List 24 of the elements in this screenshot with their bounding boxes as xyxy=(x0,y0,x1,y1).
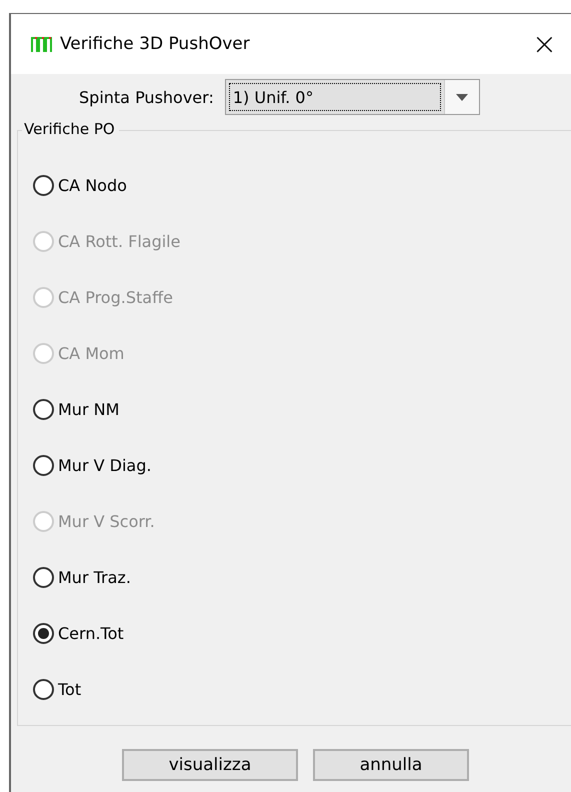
annulla-button[interactable]: annulla xyxy=(313,749,469,781)
radio-button[interactable] xyxy=(33,398,54,420)
option-label: Mur Traz. xyxy=(58,568,131,586)
close-button[interactable]: × xyxy=(526,26,563,62)
app-icon xyxy=(30,35,52,53)
caret-icon xyxy=(456,94,468,100)
window-title: Verifiche 3D PushOver xyxy=(60,34,250,54)
option-label: Tot xyxy=(58,680,82,698)
option-label: Mur NM xyxy=(58,400,120,418)
spinta-label: Spinta Pushover: xyxy=(79,88,214,106)
radio-button[interactable] xyxy=(33,622,54,644)
option-label: Mur V Diag. xyxy=(58,456,152,474)
option-label: CA Nodo xyxy=(58,176,127,194)
option-label: Mur V Scorr. xyxy=(58,512,155,530)
option-label: CA Mom xyxy=(58,344,124,362)
visualizza-button[interactable]: visualizza xyxy=(122,749,298,781)
option-label: CA Prog.Staffe xyxy=(58,288,173,306)
radio-button[interactable] xyxy=(33,454,54,476)
option-label: CA Rott. Flagile xyxy=(58,232,180,250)
radio-button[interactable] xyxy=(33,566,54,588)
spinta-dropdown[interactable]: 1) Unif. 0° xyxy=(224,79,480,115)
option-label: Cern.Tot xyxy=(58,624,124,642)
radio-button[interactable] xyxy=(33,174,54,196)
radio-button[interactable] xyxy=(33,678,54,700)
